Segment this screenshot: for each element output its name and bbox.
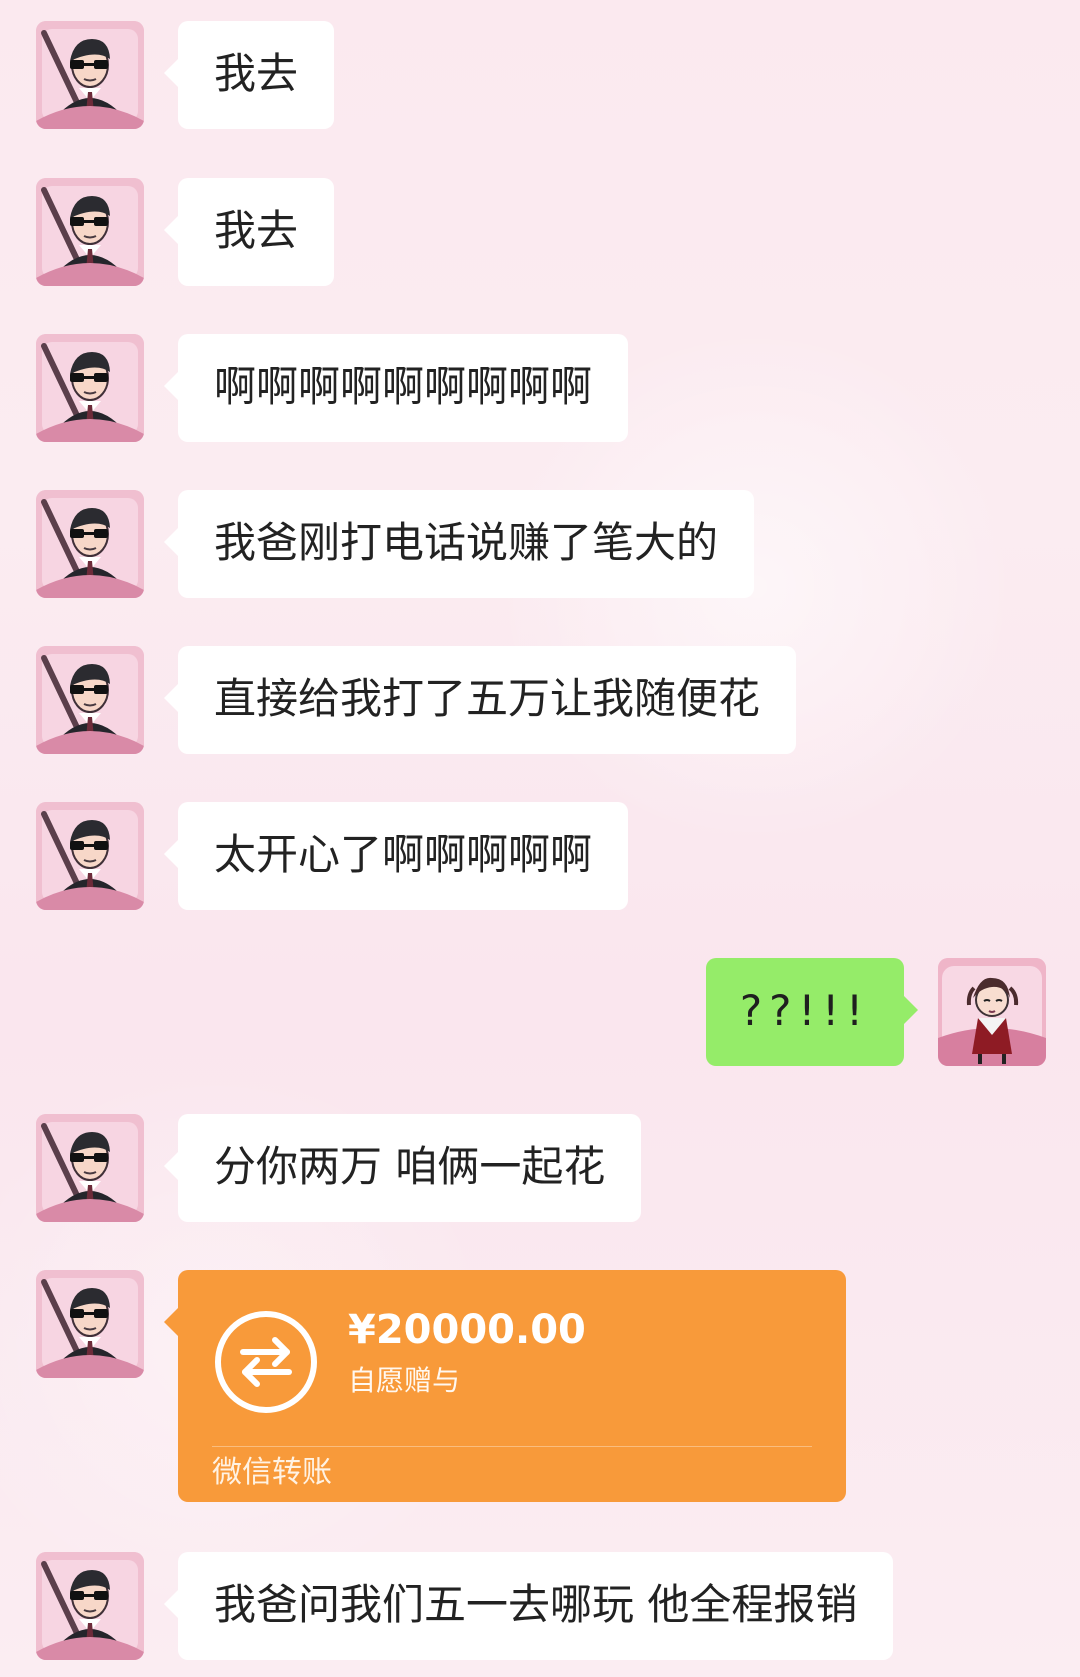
message-bubble[interactable]: 我去 — [163, 21, 335, 129]
message-bubble[interactable]: 分你两万 咱俩一起花 — [163, 1114, 642, 1222]
driver-avatar-icon[interactable] — [36, 646, 144, 754]
driver-avatar-icon[interactable] — [36, 21, 144, 129]
driver-avatar-icon[interactable] — [36, 490, 144, 598]
transfer-card[interactable]: ¥20000.00 自愿赠与 微信转账 — [164, 1270, 846, 1502]
driver-avatar-icon[interactable] — [36, 334, 144, 442]
transfer-divider — [212, 1446, 812, 1447]
message-bubble-self[interactable]: ??!!! — [705, 958, 919, 1066]
message-bubble[interactable]: 我去 — [163, 178, 335, 286]
message-bubble[interactable]: 我爸问我们五一去哪玩 他全程报销 — [163, 1552, 894, 1660]
transfer-note: 自愿赠与 — [348, 1364, 461, 1397]
transfer-label: 微信转账 — [212, 1455, 332, 1490]
message-bubble[interactable]: 啊啊啊啊啊啊啊啊啊 — [163, 334, 629, 442]
message-bubble[interactable]: 直接给我打了五万让我随便花 — [163, 646, 797, 754]
girl-avatar-icon[interactable] — [938, 958, 1046, 1066]
transfer-arrows-icon — [212, 1308, 320, 1416]
message-bubble[interactable]: 我爸刚打电话说赚了笔大的 — [163, 490, 755, 598]
driver-avatar-icon[interactable] — [36, 802, 144, 910]
message-bubble[interactable]: 太开心了啊啊啊啊啊 — [163, 802, 629, 910]
transfer-amount: ¥20000.00 — [348, 1307, 586, 1353]
driver-avatar-icon[interactable] — [36, 1270, 144, 1378]
driver-avatar-icon[interactable] — [36, 1552, 144, 1660]
driver-avatar-icon[interactable] — [36, 178, 144, 286]
driver-avatar-icon[interactable] — [36, 1114, 144, 1222]
